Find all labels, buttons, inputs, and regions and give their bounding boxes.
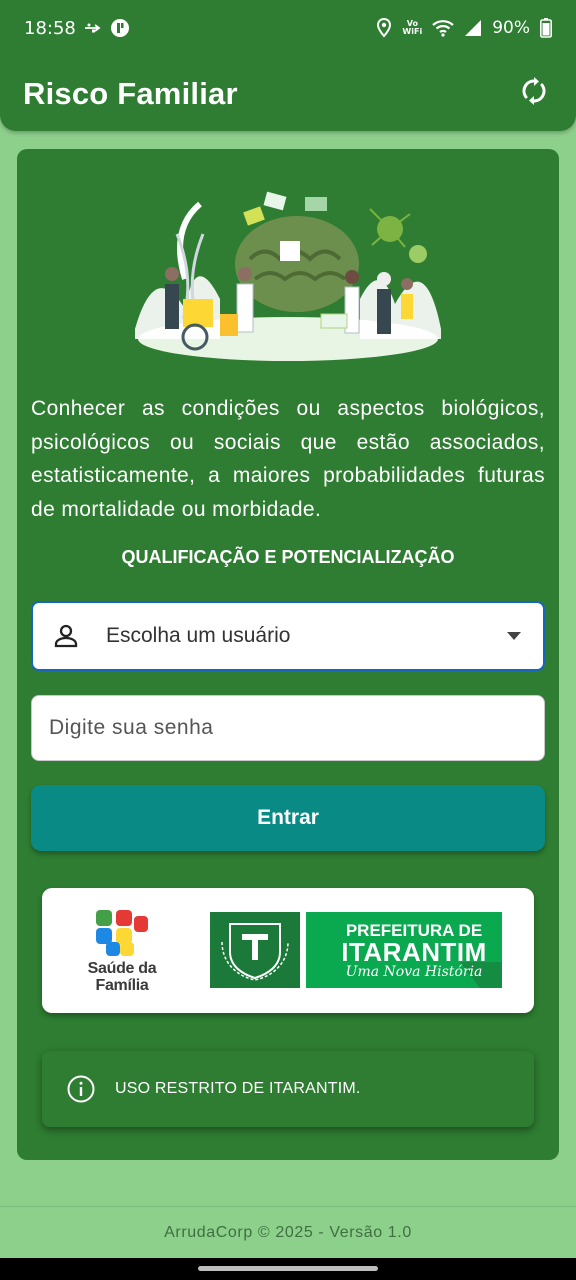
top-app-area: 18:58 Vo WiFi 90% Risco Familiar: [0, 0, 576, 131]
saude-line2: Família: [95, 977, 149, 994]
person-icon: [51, 621, 81, 651]
prefeitura-slogan: Uma Nova História: [345, 964, 483, 980]
cell-signal-icon: [464, 19, 482, 37]
login-button[interactable]: Entrar: [31, 785, 545, 851]
main-card: Conhecer as condições ou aspectos biológ…: [17, 149, 559, 1160]
location-icon: [376, 18, 392, 38]
app-notification-icon: [110, 18, 130, 38]
saude-da-familia-text: Saúde da Família: [82, 960, 162, 994]
app-bar: Risco Familiar: [0, 56, 576, 131]
vowifi-icon: Vo WiFi: [402, 20, 422, 36]
battery-percent: 90%: [492, 18, 530, 38]
chevron-down-icon: [503, 625, 525, 647]
usb-icon: [84, 22, 102, 34]
refresh-button[interactable]: [514, 74, 554, 114]
status-left: 18:58: [24, 18, 130, 39]
vowifi-bottom: WiFi: [402, 27, 423, 36]
status-bar: 18:58 Vo WiFi 90%: [0, 0, 576, 56]
app-title: Risco Familiar: [23, 75, 238, 111]
saude-line1: Saúde da: [87, 960, 157, 977]
battery-icon: [540, 18, 552, 38]
wifi-icon: [432, 19, 454, 37]
hero-illustration: [125, 189, 451, 364]
info-icon: [66, 1074, 96, 1104]
user-select-label: Escolha um usuário: [106, 624, 291, 647]
prefeitura-itarantim-logo: PREFEITURA DE ITARANTIM Uma Nova Históri…: [210, 912, 502, 988]
partner-logos: Saúde da Família PREFEITURA DE ITARANTIM…: [42, 888, 534, 1013]
system-navigation-bar: [0, 1258, 576, 1280]
prefeitura-line2: ITARANTIM: [341, 937, 487, 967]
password-input[interactable]: [31, 695, 545, 761]
restricted-use-notice: USO RESTRITO DE ITARANTIM.: [42, 1051, 534, 1127]
status-right: Vo WiFi 90%: [376, 18, 552, 38]
user-select-dropdown[interactable]: Escolha um usuário: [31, 601, 545, 671]
refresh-icon: [520, 76, 548, 111]
footer-text: ArrudaCorp © 2025 - Versão 1.0: [0, 1206, 576, 1258]
status-time: 18:58: [24, 17, 76, 39]
notice-text: USO RESTRITO DE ITARANTIM.: [115, 1080, 361, 1097]
section-subtitle: QUALIFICAÇÃO E POTENCIALIZAÇÃO: [121, 547, 455, 567]
description-text: Conhecer as condições ou aspectos biológ…: [31, 397, 545, 521]
home-gesture-handle[interactable]: [198, 1266, 378, 1271]
